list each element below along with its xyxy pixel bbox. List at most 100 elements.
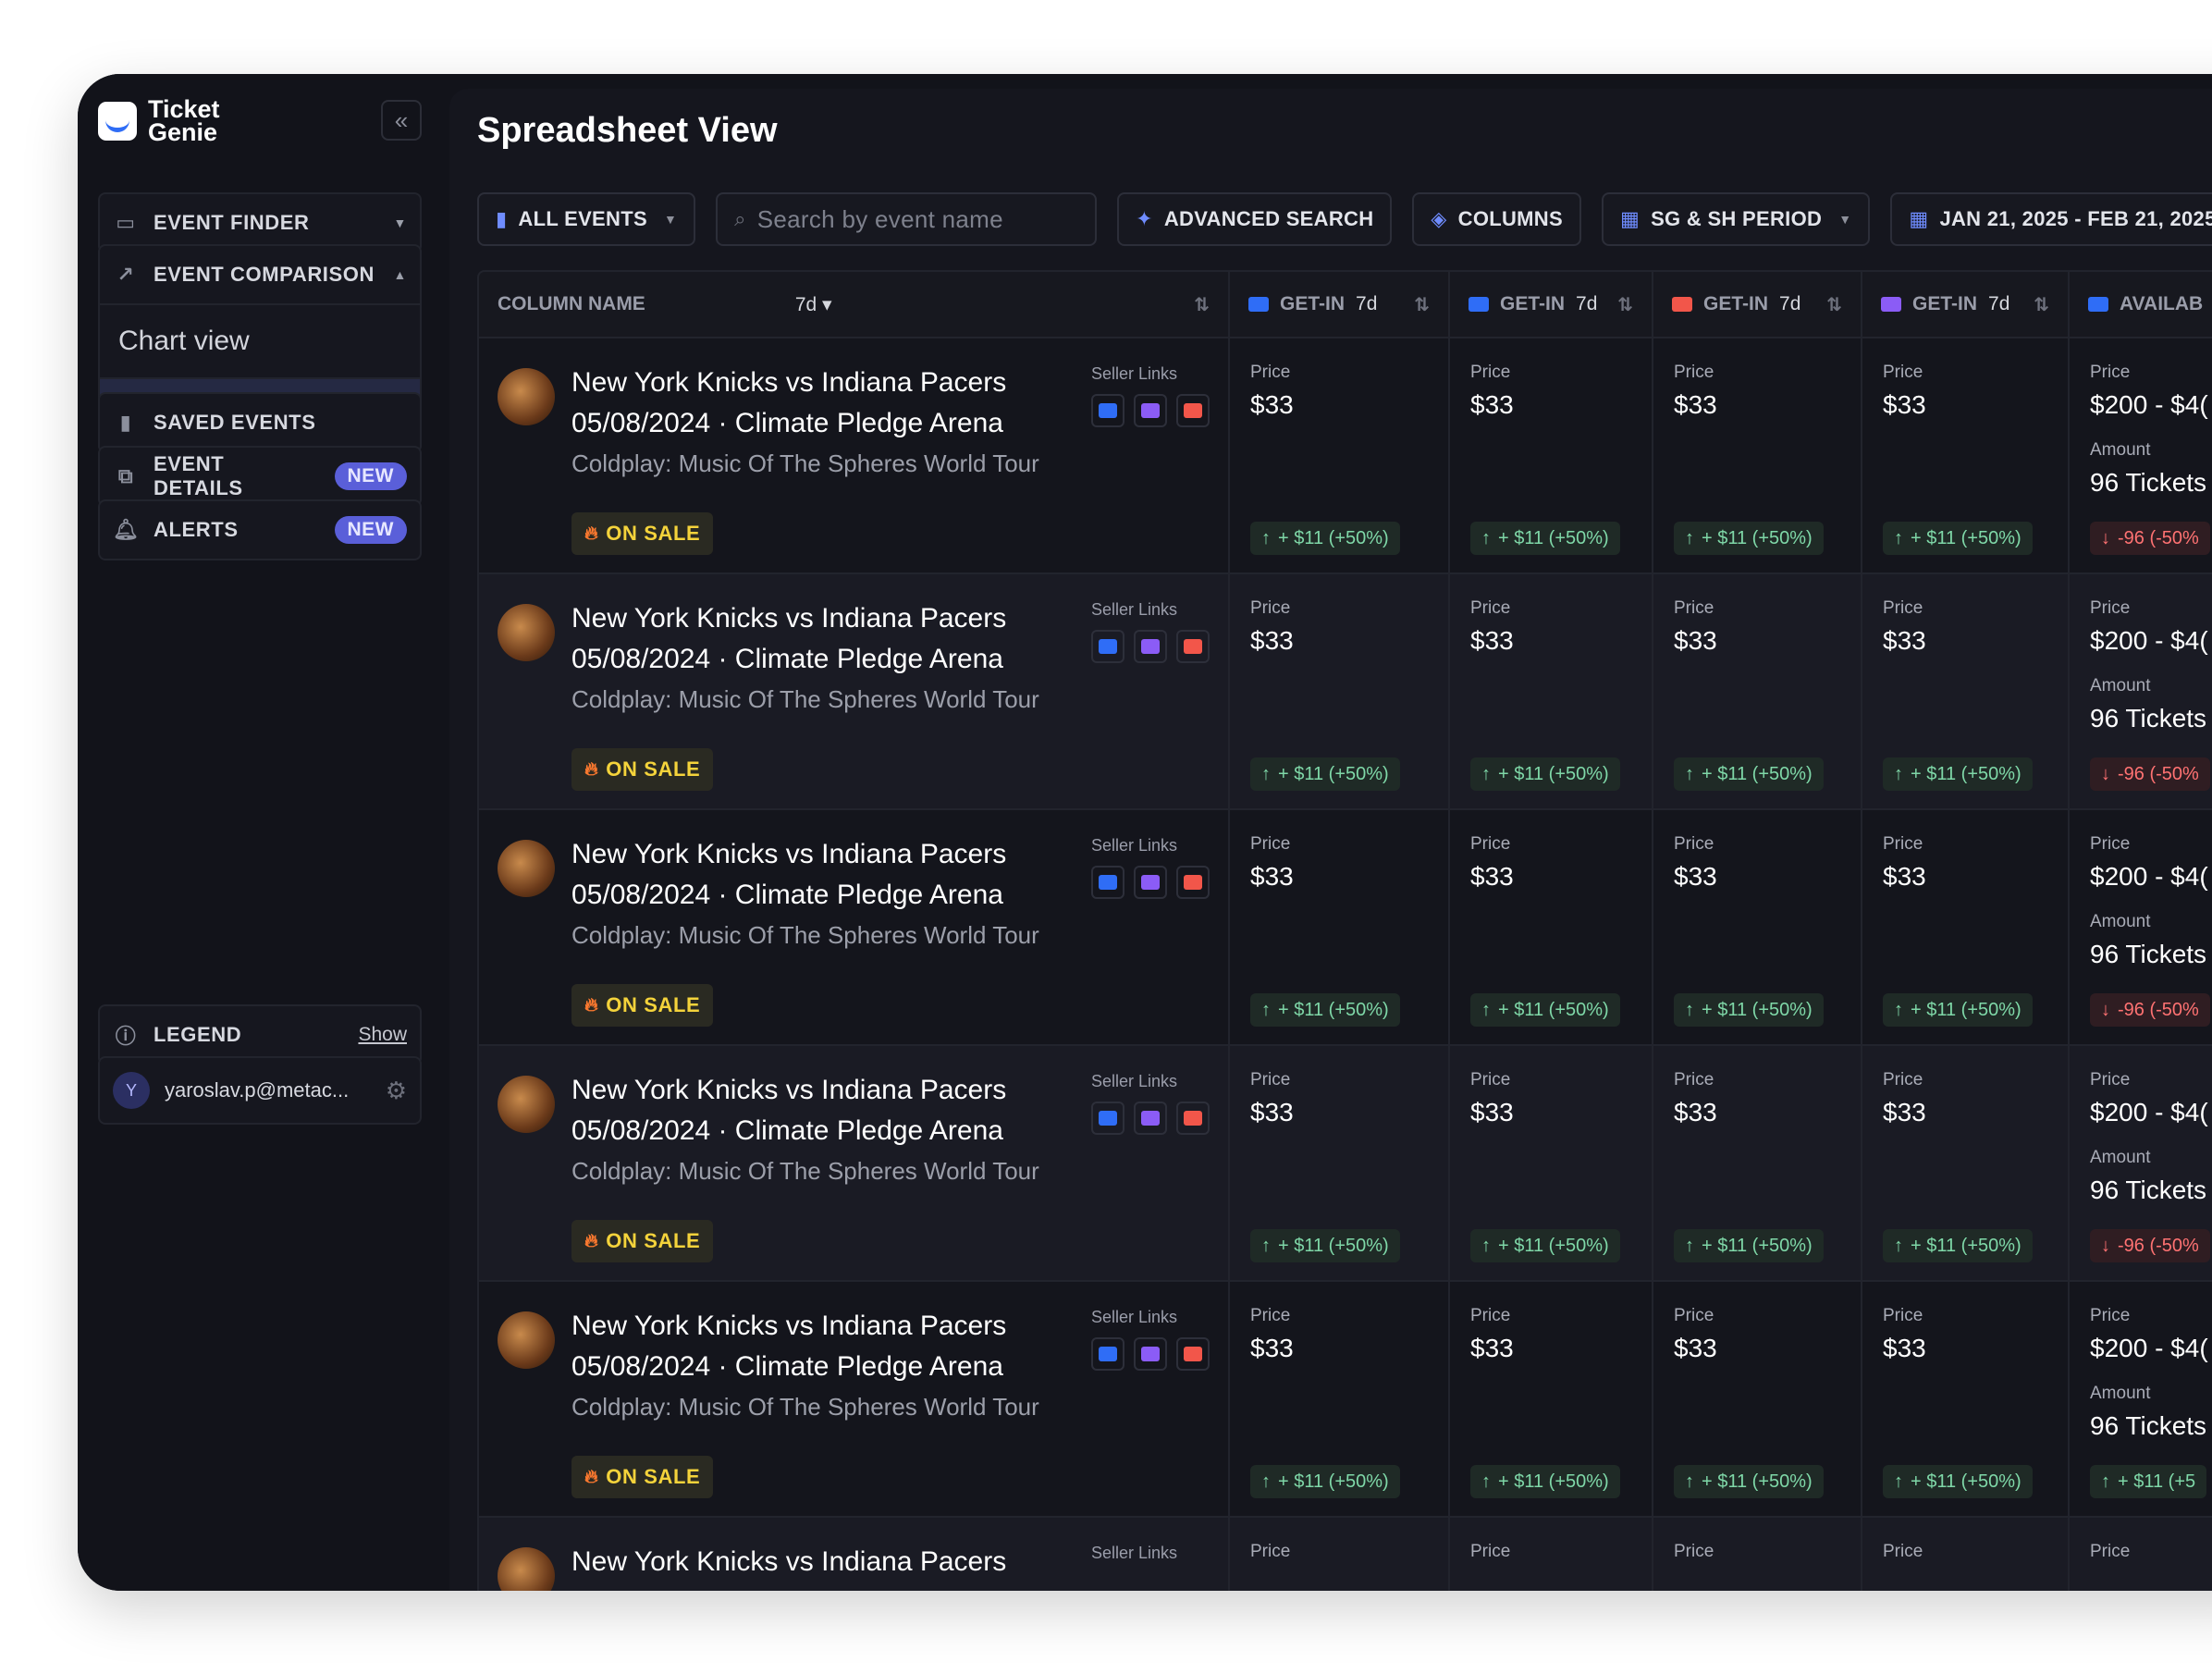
event-cell[interactable]: New York Knicks vs Indiana Pacers 05/08/2… [479,1282,1230,1516]
price-cell[interactable]: Price $33 ↑ + $11 (+50%) [1230,1282,1450,1516]
nav-chart-view[interactable]: Chart view [100,303,420,377]
sparkle-icon: ✦ [1136,207,1153,230]
price-cell[interactable]: Price $33 ↑ + $11 (+50%) [1230,338,1450,572]
seller-link-blue[interactable] [1091,1102,1124,1135]
sort-icon[interactable]: ⇅ [1617,293,1633,316]
price-cell[interactable]: Price [1653,1518,1862,1591]
nav-alerts[interactable]: 🔔︎ ALERTS NEW [98,499,422,560]
table-row[interactable]: New York Knicks vs Indiana Pacers Seller … [477,1516,2212,1591]
legend-show-link[interactable]: Show [358,1024,407,1046]
event-cell[interactable]: New York Knicks vs Indiana Pacers 05/08/2… [479,338,1230,572]
column-header[interactable]: AVAILAB [2070,272,2212,337]
price-cell[interactable]: Price $33 ↑ + $11 (+50%) [1653,574,1862,808]
seller-link-red[interactable] [1176,394,1210,427]
price-cell[interactable]: Price [1450,1518,1653,1591]
availability-cell[interactable]: Price [2070,1518,2212,1591]
price-cell[interactable]: Price $33 ↑ + $11 (+50%) [1862,338,2070,572]
trend-up-icon: ↗ [117,263,135,286]
price-cell[interactable]: Price $33 ↑ + $11 (+50%) [1862,810,2070,1044]
column-header[interactable]: GET-IN 7d ⇅ [1862,272,2070,337]
price-delta: ↑ + $11 (+50%) [1250,993,1400,1027]
price-label: Price [1250,834,1291,854]
price-cell[interactable]: Price $33 ↑ + $11 (+50%) [1653,1046,1862,1280]
seller-link-blue[interactable] [1091,866,1124,899]
sort-icon[interactable]: ⇅ [1414,293,1430,316]
nav-event-comparison-header[interactable]: ↗ EVENT COMPARISON ▲ [100,246,420,303]
user-profile[interactable]: Y yaroslav.p@metac... ⚙ [98,1056,422,1125]
nav-saved-events[interactable]: ▮ SAVED EVENTS [98,392,422,453]
price-cell[interactable]: Price $33 ↑ + $11 (+50%) [1862,1046,2070,1280]
table-row[interactable]: New York Knicks vs Indiana Pacers 05/08/2… [477,1044,2212,1280]
sort-icon[interactable]: ⇅ [1194,293,1210,316]
seller-link-purple[interactable] [1134,1102,1167,1135]
column-header[interactable]: GET-IN 7d ⇅ [1230,272,1450,337]
columns-button[interactable]: ◈ COLUMNS [1412,192,1581,246]
arrow-up-icon: ↑ [1894,527,1903,548]
price-cell[interactable]: Price $33 ↑ + $11 (+50%) [1230,810,1450,1044]
price-cell[interactable]: Price $33 ↑ + $11 (+50%) [1450,1046,1653,1280]
price-cell[interactable]: Price $33 ↑ + $11 (+50%) [1653,810,1862,1044]
table-row[interactable]: New York Knicks vs Indiana Pacers 05/08/2… [477,1280,2212,1516]
price-cell[interactable]: Price $33 ↑ + $11 (+50%) [1450,1282,1653,1516]
advanced-search-button[interactable]: ✦ ADVANCED SEARCH [1117,192,1393,246]
price-cell[interactable]: Price [1862,1518,2070,1591]
sort-icon[interactable]: ⇅ [2034,293,2049,316]
seller-link-blue[interactable] [1091,630,1124,663]
price-cell[interactable]: Price $33 ↑ + $11 (+50%) [1653,338,1862,572]
column-header[interactable]: GET-IN 7d ⇅ [1450,272,1653,337]
event-cell[interactable]: New York Knicks vs Indiana Pacers Seller … [479,1518,1230,1591]
price-cell[interactable]: Price $33 ↑ + $11 (+50%) [1450,810,1653,1044]
event-thumbnail [498,840,555,897]
price-label: Price [1674,834,1714,854]
seller-link-purple[interactable] [1134,866,1167,899]
table-row[interactable]: New York Knicks vs Indiana Pacers 05/08/2… [477,808,2212,1044]
logo[interactable]: Ticket Genie [98,97,220,145]
availability-cell[interactable]: Price $200 - $4(Amount 96 Tickets ↓ -96 (-50… [2070,338,2212,572]
seller-link-red[interactable] [1176,630,1210,663]
seller-link-purple[interactable] [1134,630,1167,663]
column-name-header: COLUMN NAME 7d ▾ ⇅ [479,272,1230,337]
price-cell[interactable]: Price $33 ↑ + $11 (+50%) [1450,574,1653,808]
event-title: New York Knicks vs Indiana Pacers [571,367,1007,398]
event-cell[interactable]: New York Knicks vs Indiana Pacers 05/08/2… [479,810,1230,1044]
price-cell[interactable]: Price $33 ↑ + $11 (+50%) [1862,574,2070,808]
gear-icon[interactable]: ⚙ [386,1077,407,1105]
seller-link-blue[interactable] [1091,394,1124,427]
collapse-sidebar-button[interactable]: « [381,100,422,141]
table-row[interactable]: New York Knicks vs Indiana Pacers 05/08/2… [477,337,2212,572]
price-cell[interactable]: Price $33 ↑ + $11 (+50%) [1230,574,1450,808]
amount-label: Amount [2090,1148,2151,1167]
seller-link-purple[interactable] [1134,1337,1167,1371]
amount-label: Amount [2090,1384,2151,1403]
availability-cell[interactable]: Price $200 - $4(Amount 96 Tickets ↓ -96 (-50… [2070,574,2212,808]
arrow-up-icon: ↑ [1685,1471,1694,1492]
seller-link-red[interactable] [1176,1337,1210,1371]
price-cell[interactable]: Price [1230,1518,1450,1591]
search-input[interactable]: ⌕ Search by event name [716,192,1098,246]
flame-icon: 🔥︎ [584,1230,599,1251]
period-dropdown[interactable]: ▦ SG & SH PERIOD ▼ [1601,192,1871,246]
availability-cell[interactable]: Price $200 - $4(Amount 96 Tickets ↓ -96 (-50… [2070,810,2212,1044]
seller-link-purple[interactable] [1134,394,1167,427]
days-dropdown[interactable]: 7d ▾ [795,293,832,316]
column-header[interactable]: GET-IN 7d ⇅ [1653,272,1862,337]
price-cell[interactable]: Price $33 ↑ + $11 (+50%) [1653,1282,1862,1516]
nav-event-details[interactable]: ⧉ EVENT DETAILS NEW [98,446,422,507]
seller-link-blue[interactable] [1091,1337,1124,1371]
price-cell[interactable]: Price $33 ↑ + $11 (+50%) [1230,1046,1450,1280]
availability-cell[interactable]: Price $200 - $4(Amount 96 Tickets ↓ -96 (-50… [2070,1046,2212,1280]
event-cell[interactable]: New York Knicks vs Indiana Pacers 05/08/2… [479,1046,1230,1280]
price-delta: ↑ + $11 (+50%) [1883,522,2033,555]
seller-links-label: Seller Links [1091,1072,1178,1090]
seller-link-red[interactable] [1176,866,1210,899]
price-cell[interactable]: Price $33 ↑ + $11 (+50%) [1450,338,1653,572]
arrow-up-icon: ↑ [1685,527,1694,548]
seller-link-red[interactable] [1176,1102,1210,1135]
date-range-dropdown[interactable]: ▦ JAN 21, 2025 - FEB 21, 2025 ▼ [1890,192,2212,246]
availability-cell[interactable]: Price $200 - $4(Amount 96 Tickets ↑ + $11 (+… [2070,1282,2212,1516]
all-events-dropdown[interactable]: ▮ ALL EVENTS ▼ [477,192,696,246]
event-cell[interactable]: New York Knicks vs Indiana Pacers 05/08/2… [479,574,1230,808]
sort-icon[interactable]: ⇅ [1826,293,1842,316]
price-cell[interactable]: Price $33 ↑ + $11 (+50%) [1862,1282,2070,1516]
table-row[interactable]: New York Knicks vs Indiana Pacers 05/08/2… [477,572,2212,808]
